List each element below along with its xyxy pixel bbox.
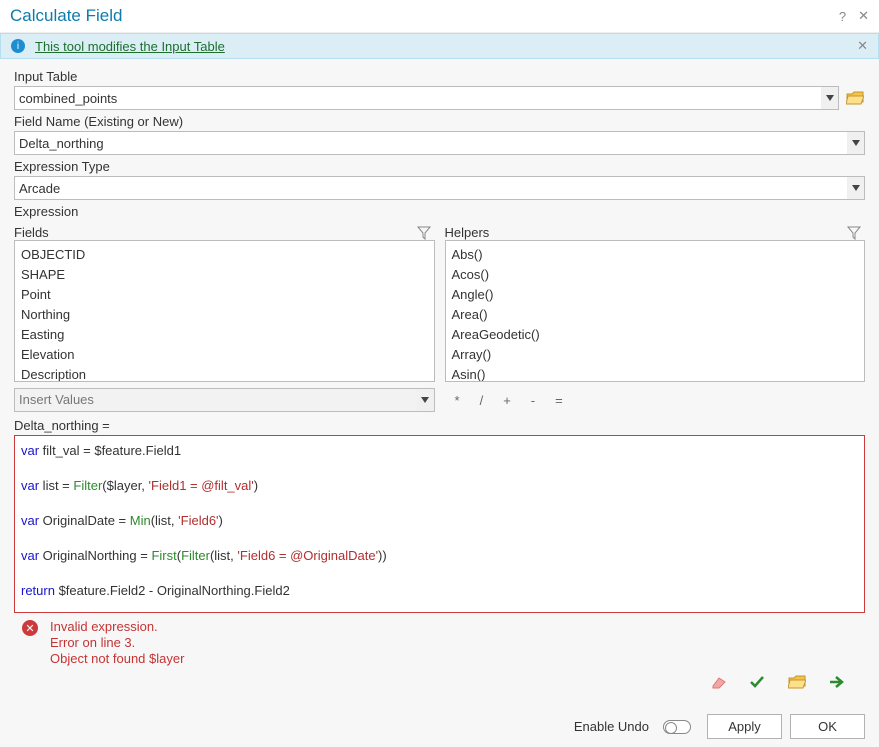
fields-list-item[interactable]: SHAPE [21,265,428,285]
dialog-title: Calculate Field [10,6,827,26]
helpers-listbox[interactable]: Abs()Acos()Angle()Area()AreaGeodetic()Ar… [445,240,866,382]
eraser-icon[interactable] [707,673,727,691]
enable-undo-toggle[interactable] [663,720,691,734]
insert-values-dropdown-arrow[interactable] [417,388,434,412]
expression-type-dropdown-arrow[interactable] [847,176,865,200]
expression-header: Delta_northing = [14,418,865,433]
helpers-list-item[interactable]: AreaGeodetic() [452,325,859,345]
fields-filter-icon[interactable] [417,226,435,240]
info-bar: i This tool modifies the Input Table ✕ [0,33,879,59]
error-line1: Invalid expression. [50,619,184,635]
operator-buttons: * / + - = [445,393,573,408]
operator-button[interactable]: / [480,393,484,408]
error-panel: ✕ Invalid expression. Error on line 3. O… [14,619,865,667]
field-name-label: Field Name (Existing or New) [14,114,865,129]
enable-undo-label: Enable Undo [574,719,649,734]
load-expression-icon[interactable] [787,673,807,691]
fields-listbox[interactable]: OBJECTIDSHAPEPointNorthingEastingElevati… [14,240,435,382]
helpers-list-item[interactable]: Array() [452,345,859,365]
helpers-label: Helpers [445,225,848,240]
helpers-list-item[interactable]: Abs() [452,245,859,265]
apply-button[interactable]: Apply [707,714,782,739]
title-bar: Calculate Field ? ✕ [0,0,879,33]
fields-label: Fields [14,225,417,240]
error-line3: Object not found $layer [50,651,184,667]
expression-type-combo[interactable] [14,176,847,200]
browse-folder-icon[interactable] [845,91,865,105]
info-message-link[interactable]: This tool modifies the Input Table [35,39,225,54]
fields-list-item[interactable]: OBJECTID [21,245,428,265]
helpers-list-item[interactable]: Asin() [452,365,859,382]
fields-list-item[interactable]: Point [21,285,428,305]
field-name-dropdown-arrow[interactable] [847,131,865,155]
ok-button[interactable]: OK [790,714,865,739]
fields-list-item[interactable]: Elevation [21,345,428,365]
expression-code-editor[interactable]: var filt_val = $feature.Field1 var list … [14,435,865,613]
helpers-list-item[interactable]: Angle() [452,285,859,305]
input-table-dropdown-arrow[interactable] [821,86,839,110]
helpers-list-item[interactable]: Area() [452,305,859,325]
expression-section-label: Expression [14,204,865,219]
validate-icon[interactable] [747,673,767,691]
field-name-combo[interactable] [14,131,847,155]
operator-button[interactable]: - [531,393,535,408]
info-icon: i [11,39,25,53]
fields-list-item[interactable]: Northing [21,305,428,325]
helpers-filter-icon[interactable] [847,226,865,240]
info-close-icon[interactable]: ✕ [857,38,868,54]
helpers-list-item[interactable]: Acos() [452,265,859,285]
error-icon: ✕ [22,620,38,636]
insert-values-dropdown[interactable]: Insert Values [14,388,417,412]
operator-button[interactable]: = [555,393,563,408]
close-icon[interactable]: ✕ [858,8,869,24]
fields-list-item[interactable]: Easting [21,325,428,345]
operator-button[interactable]: * [455,393,460,408]
input-table-combo[interactable] [14,86,821,110]
fields-list-item[interactable]: Description [21,365,428,382]
operator-button[interactable]: + [503,393,511,408]
dialog-footer: Enable Undo Apply OK [0,706,879,747]
input-table-label: Input Table [14,69,865,84]
error-line2: Error on line 3. [50,635,184,651]
help-icon[interactable]: ? [839,9,846,24]
expression-type-label: Expression Type [14,159,865,174]
export-expression-icon[interactable] [827,673,847,691]
